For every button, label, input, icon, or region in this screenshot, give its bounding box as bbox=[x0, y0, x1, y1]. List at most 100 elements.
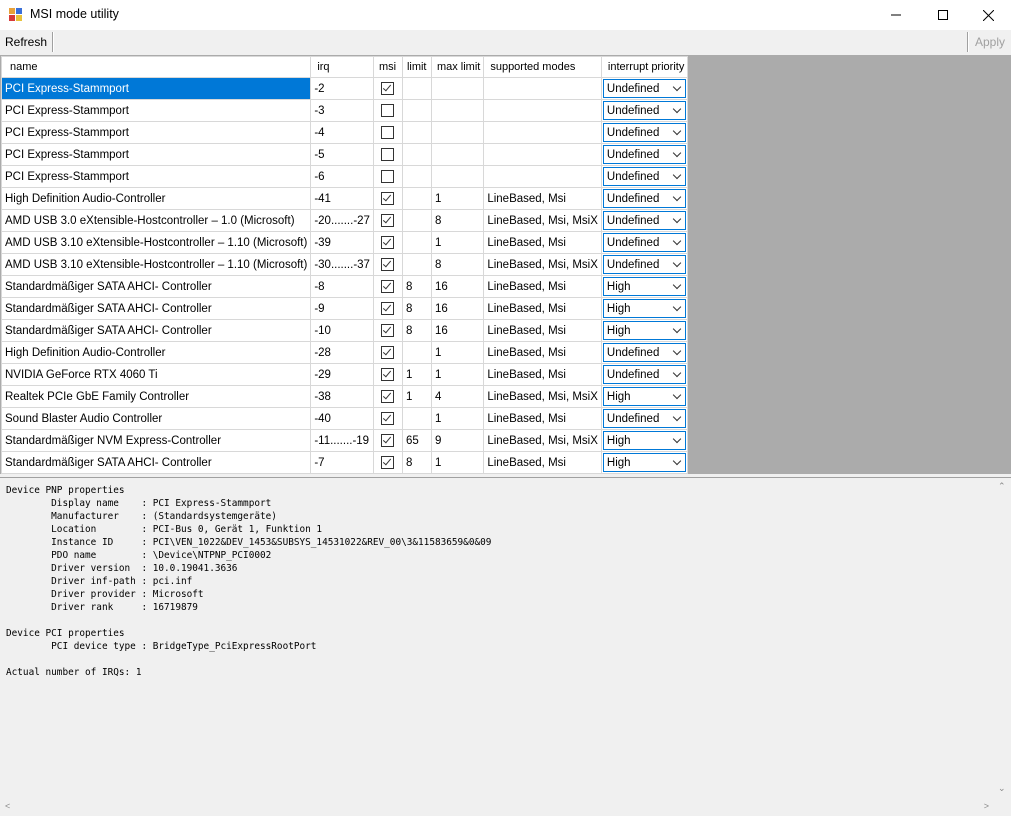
cell-limit[interactable] bbox=[401, 143, 432, 166]
msi-checkbox[interactable] bbox=[381, 258, 395, 271]
col-header-supported-modes[interactable]: supported modes bbox=[483, 56, 602, 78]
cell-name[interactable]: Standardmäßiger SATA AHCI- Controller bbox=[0, 451, 312, 474]
cell-interrupt-priority[interactable]: Undefined bbox=[600, 253, 689, 276]
msi-checkbox[interactable] bbox=[381, 434, 395, 447]
cell-max-limit[interactable] bbox=[430, 143, 485, 166]
cell-max-limit[interactable]: 16 bbox=[430, 275, 485, 298]
cell-limit[interactable] bbox=[401, 231, 432, 254]
cell-max-limit[interactable] bbox=[430, 121, 485, 144]
cell-limit[interactable]: 8 bbox=[401, 319, 432, 342]
cell-max-limit[interactable]: 1 bbox=[430, 451, 485, 474]
cell-supported-modes[interactable]: LineBased, Msi bbox=[483, 297, 602, 320]
scroll-up-icon[interactable]: ⌃ bbox=[998, 481, 1006, 492]
cell-limit[interactable]: 1 bbox=[401, 385, 432, 408]
table-row[interactable]: AMD USB 3.10 eXtensible-Hostcontroller –… bbox=[0, 231, 689, 254]
cell-msi[interactable] bbox=[372, 121, 403, 144]
cell-msi[interactable] bbox=[372, 231, 403, 254]
msi-checkbox[interactable] bbox=[381, 148, 395, 161]
priority-dropdown[interactable]: Undefined bbox=[602, 211, 687, 230]
cell-interrupt-priority[interactable]: Undefined bbox=[600, 407, 689, 430]
table-row[interactable]: PCI Express-Stammport -3 Undefined bbox=[0, 99, 689, 122]
priority-dropdown[interactable]: Undefined bbox=[602, 189, 687, 208]
cell-limit[interactable] bbox=[401, 253, 432, 276]
priority-dropdown[interactable]: High bbox=[602, 277, 687, 296]
cell-max-limit[interactable]: 1 bbox=[430, 231, 485, 254]
cell-irq[interactable]: -9 bbox=[310, 297, 374, 320]
table-row[interactable]: High Definition Audio-Controller -28 1 Line… bbox=[0, 341, 689, 364]
cell-supported-modes[interactable]: LineBased, Msi bbox=[483, 451, 602, 474]
cell-supported-modes[interactable]: LineBased, Msi bbox=[483, 341, 602, 364]
cell-max-limit[interactable]: 8 bbox=[430, 209, 485, 232]
cell-irq[interactable]: -41 bbox=[310, 187, 374, 210]
cell-interrupt-priority[interactable]: High bbox=[600, 275, 689, 298]
cell-msi[interactable] bbox=[372, 297, 403, 320]
cell-interrupt-priority[interactable]: High bbox=[600, 451, 689, 474]
cell-name[interactable]: Standardmäßiger SATA AHCI- Controller bbox=[0, 319, 312, 342]
cell-max-limit[interactable] bbox=[430, 77, 485, 100]
cell-max-limit[interactable] bbox=[430, 165, 485, 188]
msi-checkbox[interactable] bbox=[381, 104, 395, 117]
cell-supported-modes[interactable]: LineBased, Msi bbox=[483, 407, 602, 430]
cell-irq[interactable]: -3 bbox=[310, 99, 374, 122]
msi-checkbox[interactable] bbox=[381, 170, 395, 183]
msi-checkbox[interactable] bbox=[381, 368, 395, 381]
cell-msi[interactable] bbox=[372, 363, 403, 386]
cell-msi[interactable] bbox=[372, 429, 403, 452]
priority-dropdown[interactable]: Undefined bbox=[602, 365, 687, 384]
cell-msi[interactable] bbox=[372, 451, 403, 474]
cell-interrupt-priority[interactable]: Undefined bbox=[600, 99, 689, 122]
cell-max-limit[interactable]: 9 bbox=[430, 429, 485, 452]
minimize-button[interactable] bbox=[873, 0, 919, 30]
cell-msi[interactable] bbox=[372, 165, 403, 188]
col-header-max-limit[interactable]: max limit bbox=[430, 56, 485, 78]
priority-dropdown[interactable]: High bbox=[602, 299, 687, 318]
col-header-interrupt-priority[interactable]: interrupt priority bbox=[600, 56, 689, 78]
cell-irq[interactable]: -28 bbox=[310, 341, 374, 364]
details-text[interactable]: Device PNP properties Display name : PCI… bbox=[6, 484, 491, 679]
cell-irq[interactable]: -8 bbox=[310, 275, 374, 298]
vertical-scrollbar[interactable]: ⌃ ⌄ bbox=[994, 479, 1011, 798]
cell-limit[interactable]: 8 bbox=[401, 297, 432, 320]
cell-irq[interactable]: -2 bbox=[310, 77, 374, 100]
cell-irq[interactable]: -38 bbox=[310, 385, 374, 408]
cell-supported-modes[interactable] bbox=[483, 121, 602, 144]
cell-interrupt-priority[interactable]: High bbox=[600, 385, 689, 408]
cell-max-limit[interactable] bbox=[430, 99, 485, 122]
cell-max-limit[interactable]: 16 bbox=[430, 319, 485, 342]
cell-limit[interactable]: 8 bbox=[401, 275, 432, 298]
priority-dropdown[interactable]: Undefined bbox=[602, 101, 687, 120]
priority-dropdown[interactable]: Undefined bbox=[602, 167, 687, 186]
cell-name[interactable]: AMD USB 3.0 eXtensible-Hostcontroller – … bbox=[0, 209, 312, 232]
msi-checkbox[interactable] bbox=[381, 280, 395, 293]
msi-checkbox[interactable] bbox=[381, 390, 395, 403]
table-row[interactable]: PCI Express-Stammport -2 Undefined bbox=[0, 77, 689, 100]
cell-limit[interactable]: 1 bbox=[401, 363, 432, 386]
apply-button[interactable]: Apply bbox=[973, 33, 1007, 51]
cell-irq[interactable]: -7 bbox=[310, 451, 374, 474]
cell-name[interactable]: AMD USB 3.10 eXtensible-Hostcontroller –… bbox=[0, 253, 312, 276]
cell-limit[interactable] bbox=[401, 77, 432, 100]
col-header-irq[interactable]: irq bbox=[310, 56, 374, 78]
table-row[interactable]: PCI Express-Stammport -5 Undefined bbox=[0, 143, 689, 166]
cell-irq[interactable]: -39 bbox=[310, 231, 374, 254]
cell-msi[interactable] bbox=[372, 187, 403, 210]
close-button[interactable] bbox=[965, 0, 1011, 30]
table-row[interactable]: Standardmäßiger NVM Express-Controller -1… bbox=[0, 429, 689, 452]
cell-name[interactable]: Standardmäßiger NVM Express-Controller bbox=[0, 429, 312, 452]
cell-supported-modes[interactable]: LineBased, Msi, MsiX bbox=[483, 429, 602, 452]
msi-checkbox[interactable] bbox=[381, 456, 395, 469]
cell-msi[interactable] bbox=[372, 319, 403, 342]
cell-interrupt-priority[interactable]: Undefined bbox=[600, 187, 689, 210]
cell-supported-modes[interactable] bbox=[483, 99, 602, 122]
cell-supported-modes[interactable]: LineBased, Msi, MsiX bbox=[483, 385, 602, 408]
priority-dropdown[interactable]: Undefined bbox=[602, 409, 687, 428]
msi-checkbox[interactable] bbox=[381, 236, 395, 249]
cell-supported-modes[interactable]: LineBased, Msi bbox=[483, 231, 602, 254]
cell-max-limit[interactable]: 4 bbox=[430, 385, 485, 408]
cell-interrupt-priority[interactable]: Undefined bbox=[600, 209, 689, 232]
cell-irq[interactable]: -40 bbox=[310, 407, 374, 430]
cell-interrupt-priority[interactable]: High bbox=[600, 297, 689, 320]
msi-checkbox[interactable] bbox=[381, 82, 395, 95]
cell-interrupt-priority[interactable]: High bbox=[600, 429, 689, 452]
priority-dropdown[interactable]: High bbox=[602, 431, 687, 450]
